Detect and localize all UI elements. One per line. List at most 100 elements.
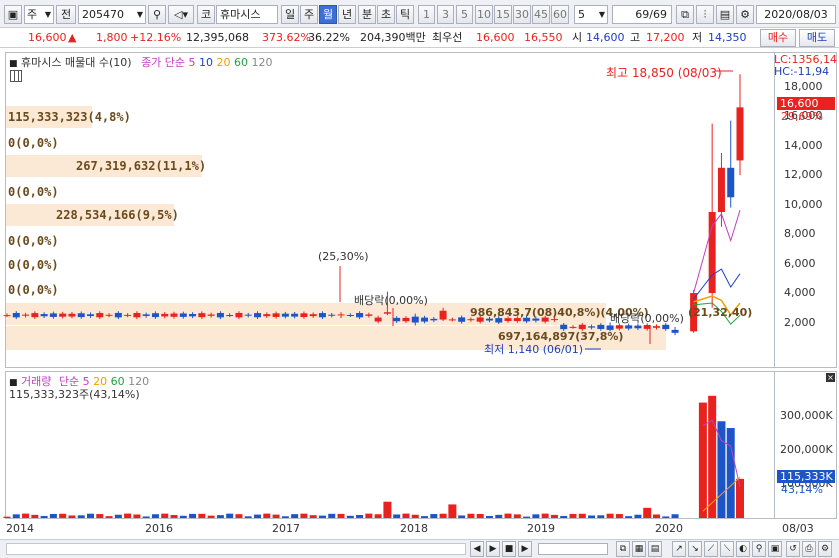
candle-body	[550, 319, 558, 321]
candle-body	[114, 312, 122, 318]
interval-10[interactable]: 10	[475, 5, 493, 24]
interval-3[interactable]: 3	[437, 5, 454, 24]
measure-icon[interactable]: ⟍	[720, 541, 734, 557]
candle-body	[374, 317, 382, 322]
scrollbar[interactable]	[6, 543, 466, 555]
volume-bar	[31, 514, 39, 518]
candle-body	[708, 212, 716, 294]
candle-body	[59, 313, 67, 317]
volume-bar	[226, 513, 234, 518]
volume-bar	[105, 516, 113, 518]
x-axis-label: 2014	[6, 522, 34, 535]
zoom-icon[interactable]: ⚲	[752, 541, 766, 557]
interval-45[interactable]: 45	[532, 5, 550, 24]
close-icon[interactable]: ×	[826, 373, 835, 382]
table-icon[interactable]: ▤	[648, 541, 662, 557]
period-second[interactable]: 초	[377, 5, 395, 24]
volume-bar	[402, 513, 410, 518]
period-day[interactable]: 일	[281, 5, 299, 24]
candle-body	[189, 313, 197, 317]
volume-bar	[430, 514, 438, 518]
pct-annotation: (25,30%)	[318, 250, 369, 263]
volume-bar	[272, 514, 280, 518]
interval-select[interactable]: 5 ▼	[574, 5, 608, 24]
volume-bar	[578, 513, 586, 518]
candle-body	[207, 314, 215, 316]
image-icon[interactable]: ▣	[768, 541, 782, 557]
volume-chart	[3, 395, 744, 518]
code-input[interactable]: 205470 ▼	[78, 5, 146, 24]
candle-body	[588, 326, 596, 328]
link-icon[interactable]: ⧉	[676, 5, 694, 24]
candle-body	[337, 314, 345, 316]
period-tick[interactable]: 틱	[396, 5, 414, 24]
date-field[interactable]: 2020/08/03	[756, 5, 836, 24]
sell-button[interactable]: 매도	[799, 29, 835, 47]
search-icon[interactable]: ⚲	[148, 5, 166, 24]
x-axis-right-label: 08/03	[782, 522, 814, 535]
dividend-annotation: 배당락(0,00%)	[354, 294, 428, 307]
overlap-annotation: (21,32,40)	[688, 306, 753, 319]
volume-bar	[328, 513, 336, 518]
candle-body	[309, 314, 317, 317]
period-week[interactable]: 주	[300, 5, 318, 24]
buy-button[interactable]: 매수	[760, 29, 796, 47]
stock-name-field[interactable]: 휴마시스	[216, 5, 278, 24]
candle-body	[402, 317, 410, 322]
volume-bar	[309, 515, 317, 518]
save-icon[interactable]: ▤	[716, 5, 734, 24]
volume-bar	[550, 514, 558, 518]
page-field[interactable]: 69/69	[612, 5, 672, 24]
scroll-right-icon[interactable]: ▶	[518, 541, 532, 557]
copy-icon[interactable]: ⧉	[616, 541, 630, 557]
interval-1[interactable]: 1	[418, 5, 435, 24]
scroll-left-icon[interactable]: ◀	[470, 541, 484, 557]
period-minute[interactable]: 분	[358, 5, 376, 24]
volume-bar	[161, 513, 169, 518]
trend-icon[interactable]: ⟋	[704, 541, 718, 557]
volume-bar	[151, 514, 159, 518]
period-year[interactable]: 년	[338, 5, 356, 24]
mode-button[interactable]: 코	[197, 5, 215, 24]
reset-icon[interactable]: ↺	[786, 541, 800, 557]
volume-bar	[569, 513, 577, 518]
candle-body	[727, 167, 735, 198]
volume-bar	[96, 514, 104, 518]
candle-body	[291, 313, 299, 317]
volume-bar	[318, 515, 326, 518]
settings-icon[interactable]: ⚙	[818, 541, 832, 557]
interval-5[interactable]: 5	[456, 5, 473, 24]
interval-60[interactable]: 60	[551, 5, 569, 24]
volume-bar	[59, 513, 67, 518]
draw-icon[interactable]: ↗	[672, 541, 686, 557]
candle-body	[216, 312, 224, 318]
layout-icon[interactable]: ▦	[632, 541, 646, 557]
gear-icon[interactable]: ⚙	[736, 5, 754, 24]
candle-body	[318, 313, 326, 318]
interval-30[interactable]: 30	[513, 5, 531, 24]
candle-body	[356, 312, 364, 318]
high-label: 고	[630, 31, 641, 44]
volume-bar	[606, 513, 614, 518]
candle-body	[22, 314, 30, 316]
volume-bar	[383, 501, 392, 518]
dividend-annotation: 배당락(0,00%)	[610, 312, 684, 325]
prev-button[interactable]: 전	[56, 5, 76, 24]
stop-icon[interactable]: ■	[502, 541, 516, 557]
chart-icon[interactable]: ⫶	[696, 5, 714, 24]
window-icon[interactable]: ▣	[4, 5, 22, 24]
volume-bar	[634, 514, 642, 518]
marker-icon[interactable]: ◐	[736, 541, 750, 557]
print-icon[interactable]: ⎙	[802, 541, 816, 557]
candle-body	[430, 318, 438, 321]
hc-label: HC:-11,94	[774, 65, 830, 78]
line-icon[interactable]: ↘	[688, 541, 702, 557]
volume-pct-tag: 43,14%	[781, 483, 823, 496]
play-icon[interactable]: ▶	[486, 541, 500, 557]
candle-body	[170, 313, 178, 317]
type-select[interactable]: 주 ▼	[24, 5, 54, 24]
zoom-slider[interactable]	[538, 543, 608, 555]
speaker-icon[interactable]: ◁▾	[168, 5, 194, 24]
interval-15[interactable]: 15	[494, 5, 512, 24]
period-month[interactable]: 월	[319, 5, 337, 24]
